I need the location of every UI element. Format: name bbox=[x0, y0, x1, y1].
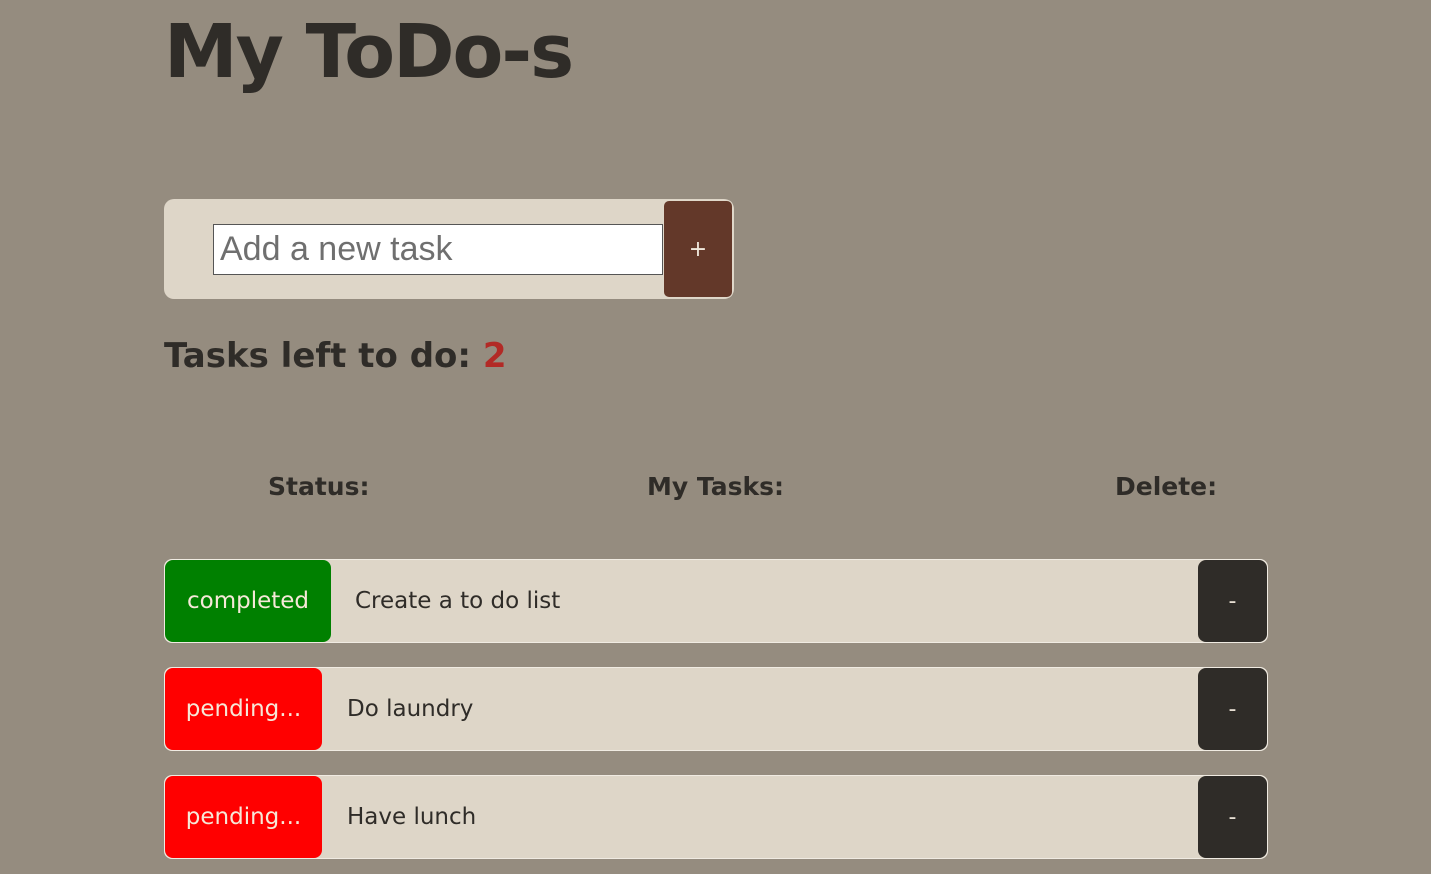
status-toggle-button[interactable]: completed bbox=[165, 560, 331, 642]
task-row: pending... Have lunch - bbox=[164, 775, 1268, 859]
task-row: completed Create a to do list - bbox=[164, 559, 1268, 643]
tasks-left-summary: Tasks left to do: 2 bbox=[164, 336, 507, 376]
task-row: pending... Do laundry - bbox=[164, 667, 1268, 751]
page-title: My ToDo-s bbox=[164, 9, 574, 95]
delete-task-button[interactable]: - bbox=[1198, 668, 1267, 750]
delete-task-button[interactable]: - bbox=[1198, 776, 1267, 858]
task-text: Create a to do list bbox=[355, 588, 561, 614]
task-text: Have lunch bbox=[347, 804, 477, 830]
tasks-left-count: 2 bbox=[482, 336, 507, 376]
delete-task-button[interactable]: - bbox=[1198, 560, 1267, 642]
task-text: Do laundry bbox=[347, 696, 474, 722]
tasks-left-label: Tasks left to do: bbox=[164, 336, 472, 376]
status-toggle-button[interactable]: pending... bbox=[165, 668, 322, 750]
tasks-column-header: My Tasks: bbox=[647, 472, 784, 501]
new-task-input[interactable] bbox=[213, 224, 663, 275]
add-task-bar: + bbox=[164, 199, 734, 299]
delete-column-header: Delete: bbox=[1115, 472, 1218, 501]
add-task-button[interactable]: + bbox=[663, 200, 733, 298]
status-column-header: Status: bbox=[268, 472, 370, 501]
status-toggle-button[interactable]: pending... bbox=[165, 776, 322, 858]
